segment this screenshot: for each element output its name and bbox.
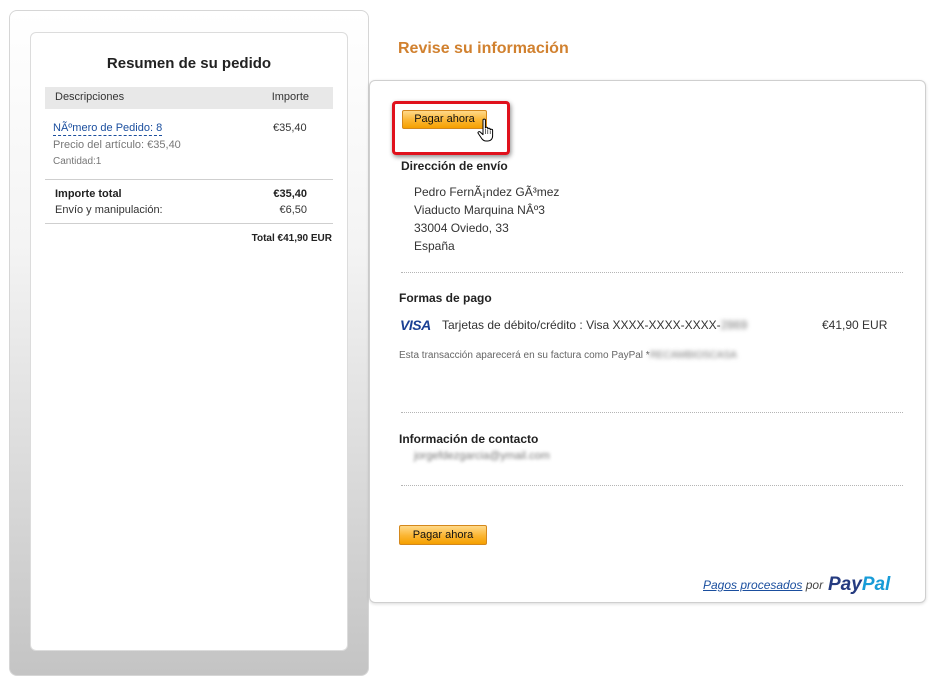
summary-header-row: Descripciones Importe	[45, 87, 333, 109]
shipping-address-title: Dirección de envío	[401, 159, 508, 173]
payment-methods-title: Formas de pago	[399, 291, 492, 305]
pay-now-button-bottom[interactable]: Pagar ahora	[399, 525, 487, 545]
order-number-link[interactable]: NÃºmero de Pedido: 8	[53, 122, 163, 136]
section-divider	[401, 272, 903, 273]
summary-title: Resumen de su pedido	[106, 55, 272, 72]
order-summary-panel: Resumen de su pedido Descripciones Impor…	[30, 32, 348, 651]
summary-divider	[45, 179, 333, 180]
payment-amount: €41,90 EUR	[822, 318, 888, 332]
item-quantity: Cantidad:1	[53, 156, 102, 167]
contact-email: jorgefdezgarcia@ymail.com	[414, 450, 550, 462]
item-unit-price: Precio del artículo: €35,40	[53, 139, 181, 151]
paypal-logo: PayPal	[828, 574, 891, 595]
page-title: Revise su información	[398, 40, 569, 57]
section-divider	[401, 412, 903, 413]
statement-note: Esta transacción aparecerá en su factura…	[399, 350, 737, 361]
total-label: Importe total	[55, 188, 122, 200]
card-description: Tarjetas de débito/crédito : Visa XXXX-X…	[442, 318, 748, 332]
address-line: Viaducto Marquina NÂº3	[414, 203, 545, 217]
hand-pointer-icon	[477, 118, 494, 142]
processed-by: Pagos procesados por	[703, 578, 824, 592]
item-amount: €35,40	[273, 122, 307, 134]
summary-divider	[45, 223, 333, 224]
address-line: 33004 Oviedo, 33	[414, 221, 509, 235]
grand-total: Total €41,90 EUR	[251, 233, 332, 244]
total-value: €35,40	[273, 188, 307, 200]
section-divider	[401, 485, 903, 486]
shipping-label: Envío y manipulación:	[55, 204, 163, 216]
address-line: España	[414, 239, 455, 253]
header-amount: Importe	[271, 91, 309, 103]
payments-processed-link[interactable]: Pagos procesados	[703, 578, 802, 592]
shipping-value: €6,50	[279, 204, 307, 216]
header-descriptions: Descripciones	[55, 91, 125, 103]
address-line: Pedro FernÃ¡ndez GÃ³mez	[414, 185, 560, 199]
contact-info-title: Información de contacto	[399, 432, 539, 446]
visa-logo: VISA	[400, 317, 431, 333]
